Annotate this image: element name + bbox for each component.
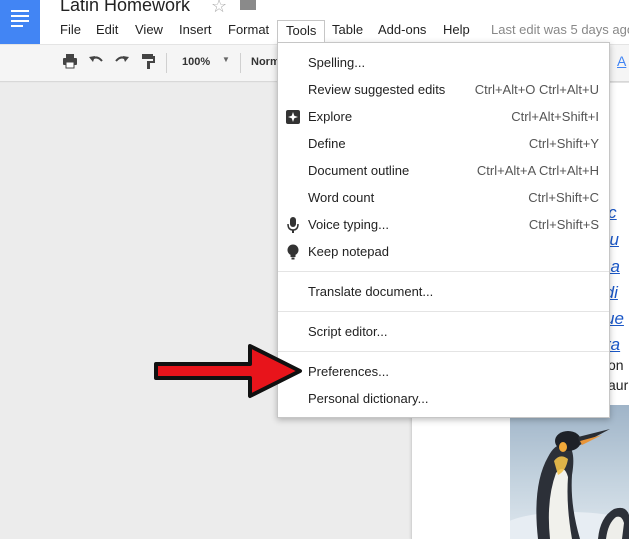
menu-file[interactable]: File bbox=[52, 20, 89, 42]
undo-icon[interactable] bbox=[86, 53, 106, 73]
text-color-icon[interactable]: A bbox=[617, 53, 626, 69]
menu-item-label: Define bbox=[308, 136, 346, 151]
menu-item-label: Personal dictionary... bbox=[308, 391, 429, 406]
chevron-down-icon[interactable]: ▼ bbox=[222, 55, 230, 64]
menu-item-shortcut: Ctrl+Alt+A Ctrl+Alt+H bbox=[476, 163, 599, 178]
menu-item-label: Voice typing... bbox=[308, 217, 389, 232]
menu-item-shortcut: Ctrl+Shift+S bbox=[528, 217, 599, 232]
menu-edit[interactable]: Edit bbox=[88, 20, 126, 42]
explore-icon bbox=[285, 109, 301, 125]
print-icon[interactable] bbox=[60, 53, 80, 73]
menu-item-word-count[interactable]: Word count Ctrl+Shift+C bbox=[278, 185, 609, 212]
menu-tools[interactable]: Tools bbox=[277, 20, 326, 42]
menu-item-document-outline[interactable]: Document outline Ctrl+Alt+A Ctrl+Alt+H bbox=[278, 158, 609, 185]
menu-item-script-editor[interactable]: Script editor... bbox=[278, 319, 609, 346]
doc-text: on bbox=[608, 357, 624, 373]
menu-item-label: Document outline bbox=[308, 163, 410, 178]
menu-item-shortcut: Ctrl+Alt+O Ctrl+Alt+U bbox=[474, 82, 599, 97]
doc-text: aur bbox=[608, 377, 629, 393]
paragraph-style-select[interactable]: Norm bbox=[251, 56, 280, 68]
lightbulb-icon bbox=[285, 244, 301, 260]
zoom-select[interactable]: 100% bbox=[182, 56, 210, 68]
last-edit-status[interactable]: Last edit was 5 days ago bbox=[491, 22, 629, 37]
docs-logo-icon[interactable] bbox=[0, 0, 40, 44]
menu-divider bbox=[278, 311, 609, 312]
menu-item-personal-dictionary[interactable]: Personal dictionary... bbox=[278, 386, 609, 413]
folder-icon[interactable] bbox=[240, 0, 256, 10]
menu-item-preferences[interactable]: Preferences... bbox=[278, 359, 609, 386]
menu-item-label: Word count bbox=[308, 190, 375, 205]
menu-item-spelling[interactable]: Spelling... bbox=[278, 50, 609, 77]
redo-icon[interactable] bbox=[112, 53, 132, 73]
menu-item-shortcut: Ctrl+Shift+C bbox=[528, 190, 599, 205]
menu-item-label: Spelling... bbox=[308, 55, 366, 70]
menu-divider bbox=[278, 271, 609, 272]
document-title[interactable]: Latin Homework bbox=[60, 0, 190, 16]
toolbar-divider bbox=[166, 53, 167, 73]
menu-item-label: Script editor... bbox=[308, 324, 388, 339]
microphone-icon bbox=[285, 217, 301, 233]
menu-item-label: Translate document... bbox=[308, 284, 434, 299]
star-icon[interactable]: ☆ bbox=[211, 0, 227, 17]
menu-item-shortcut: Ctrl+Shift+Y bbox=[528, 136, 599, 151]
menu-item-voice-typing[interactable]: Voice typing... Ctrl+Shift+S bbox=[278, 212, 609, 239]
toolbar-divider bbox=[240, 53, 241, 73]
menu-item-review-suggested-edits[interactable]: Review suggested edits Ctrl+Alt+O Ctrl+A… bbox=[278, 77, 609, 104]
menu-view[interactable]: View bbox=[127, 20, 171, 42]
paint-format-icon[interactable] bbox=[138, 53, 158, 73]
menu-divider bbox=[278, 351, 609, 352]
menu-item-define[interactable]: Define Ctrl+Shift+Y bbox=[278, 131, 609, 158]
menu-item-label: Review suggested edits bbox=[308, 82, 446, 97]
menu-item-explore[interactable]: Explore Ctrl+Alt+Shift+I bbox=[278, 104, 609, 131]
menu-add-ons[interactable]: Add-ons bbox=[370, 20, 434, 42]
red-arrow-icon bbox=[150, 340, 310, 409]
menu-table[interactable]: Table bbox=[324, 20, 371, 42]
menu-item-keep-notepad[interactable]: Keep notepad bbox=[278, 239, 609, 266]
penguin-image[interactable] bbox=[510, 405, 629, 539]
menu-item-label: Preferences... bbox=[308, 364, 389, 379]
menu-item-label: Explore bbox=[308, 109, 353, 124]
menu-item-label: Keep notepad bbox=[308, 244, 389, 259]
menu-item-shortcut: Ctrl+Alt+Shift+I bbox=[511, 109, 599, 124]
menu-insert[interactable]: Insert bbox=[171, 20, 220, 42]
menu-help[interactable]: Help bbox=[435, 20, 478, 42]
menu-format[interactable]: Format bbox=[220, 20, 277, 42]
docs-header: Latin Homework ☆ File Edit View Insert F… bbox=[0, 0, 629, 44]
tools-menu-dropdown: Spelling... Review suggested edits Ctrl+… bbox=[277, 42, 610, 418]
menu-item-translate-document[interactable]: Translate document... bbox=[278, 279, 609, 306]
